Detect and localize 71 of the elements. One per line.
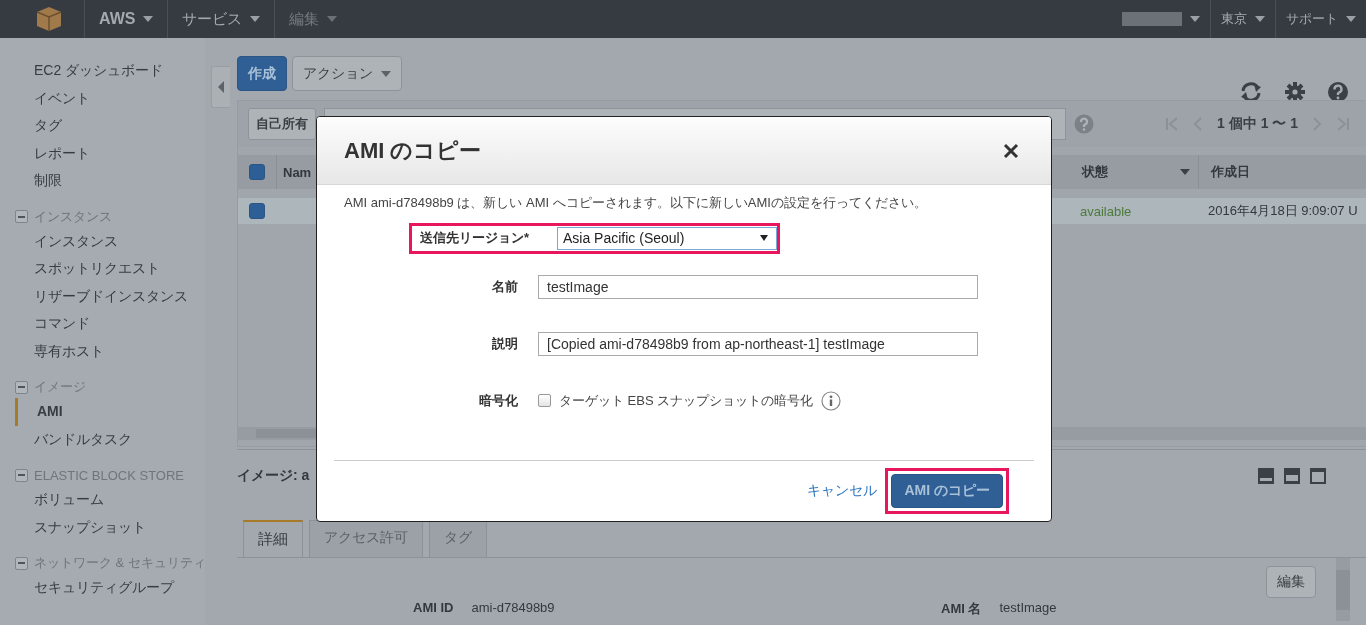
sidebar-item[interactable]: スナップショット xyxy=(15,513,206,541)
caret-icon xyxy=(760,235,768,241)
sidebar-item[interactable]: イベント xyxy=(15,84,206,112)
tab[interactable]: 詳細 xyxy=(243,520,303,557)
caret-icon xyxy=(1180,169,1190,175)
field-label: AMI ID xyxy=(413,600,454,617)
column-header[interactable]: 状態 xyxy=(1082,163,1108,181)
layout-icon xyxy=(1284,468,1300,484)
sidebar-item[interactable]: タグ xyxy=(15,112,206,140)
menu-button[interactable]: 編集 xyxy=(274,0,352,38)
field-value: ami-d78498b9 xyxy=(471,600,555,617)
info-icon xyxy=(821,390,842,411)
column-header[interactable]: Nam xyxy=(283,164,312,180)
field-label: 暗号化 xyxy=(478,391,519,410)
sidebar-item[interactable]: セキュリティグループ xyxy=(15,574,206,602)
refresh-icon xyxy=(1239,81,1263,103)
checkbox-label: ターゲット EBS スナップショットの暗号化 xyxy=(559,391,814,410)
sidebar-item[interactable]: 制限 xyxy=(15,167,206,195)
sidebar-item[interactable]: 専有ホスト xyxy=(15,337,206,365)
field-label: 名前 xyxy=(491,277,519,296)
menu-button[interactable]: 東京 xyxy=(1210,0,1275,38)
collapse-tab[interactable] xyxy=(211,66,230,108)
sidebar-item[interactable]: バンドルタスク xyxy=(15,425,206,453)
cancel-link[interactable]: キャンセル xyxy=(807,482,878,500)
layout-icon xyxy=(1310,468,1326,484)
sidebar-item[interactable]: レポート xyxy=(15,139,206,167)
caret-icon xyxy=(250,16,261,22)
field-value: testImage xyxy=(999,600,1057,617)
close-icon xyxy=(1003,142,1019,159)
sidebar-item[interactable]: スポットリクエスト xyxy=(15,255,206,283)
edit-button[interactable]: 編集 xyxy=(1266,566,1316,598)
sidebar-item[interactable]: インスタンス xyxy=(15,227,206,255)
filter-button[interactable]: 自己所有 xyxy=(248,108,316,140)
sidebar-item[interactable]: コマンド xyxy=(15,310,206,338)
redacted-block xyxy=(1122,12,1182,26)
field-label: 説明 xyxy=(491,334,519,353)
caret-icon xyxy=(381,70,391,77)
field-label: AMI 名 xyxy=(941,600,982,618)
sidebar-item[interactable]: ボリューム xyxy=(15,486,206,514)
table-cell: 2016年4月18日 9:09:07 U xyxy=(1208,202,1358,220)
field-label: 送信先リージョン* xyxy=(420,229,531,247)
caret-icon xyxy=(1255,16,1265,22)
tab[interactable]: タグ xyxy=(429,520,487,557)
tab[interactable]: アクセス許可 xyxy=(309,520,423,557)
help-icon xyxy=(1074,114,1094,134)
sidebar-item[interactable]: AMI xyxy=(15,398,206,426)
pagination-text: 1 個中 1 〜 1 xyxy=(1217,115,1298,133)
dialog-title: AMI のコピー xyxy=(344,136,482,165)
caret-icon xyxy=(1346,16,1356,22)
caret-icon xyxy=(327,16,338,22)
caret-icon xyxy=(1190,16,1200,22)
sidebar-item[interactable]: リザーブドインスタンス xyxy=(15,282,206,310)
caret-icon xyxy=(143,16,154,22)
region-select[interactable]: Asia Pacific (Seoul) xyxy=(557,226,777,250)
dialog-message: AMI ami-d78498b9 は、新しい AMI へコピーされます。以下に新しいAMIの設定を行ってください。 xyxy=(344,194,928,212)
checkbox[interactable] xyxy=(249,203,265,219)
checkbox[interactable] xyxy=(538,394,551,407)
text-field[interactable]: [Copied ami-d78498b9 from ap-northeast-1] testImage xyxy=(538,331,978,356)
checkbox[interactable] xyxy=(249,164,265,180)
copy-button[interactable]: AMI のコピー xyxy=(891,474,1003,508)
actions-button[interactable]: アクション xyxy=(292,56,402,91)
column-header[interactable]: 作成日 xyxy=(1211,163,1250,181)
menu-button[interactable]: サポート xyxy=(1275,0,1366,38)
cube-icon xyxy=(36,6,62,32)
caret-icon xyxy=(217,81,225,93)
text-field[interactable]: testImage xyxy=(538,274,978,299)
layout-icon xyxy=(1258,468,1274,484)
status-text: available xyxy=(1080,203,1132,219)
sidebar-item[interactable]: EC2 ダッシュボード xyxy=(15,57,206,85)
create-button[interactable]: 作成 xyxy=(237,56,287,91)
details-title: イメージ: a xyxy=(237,467,310,485)
